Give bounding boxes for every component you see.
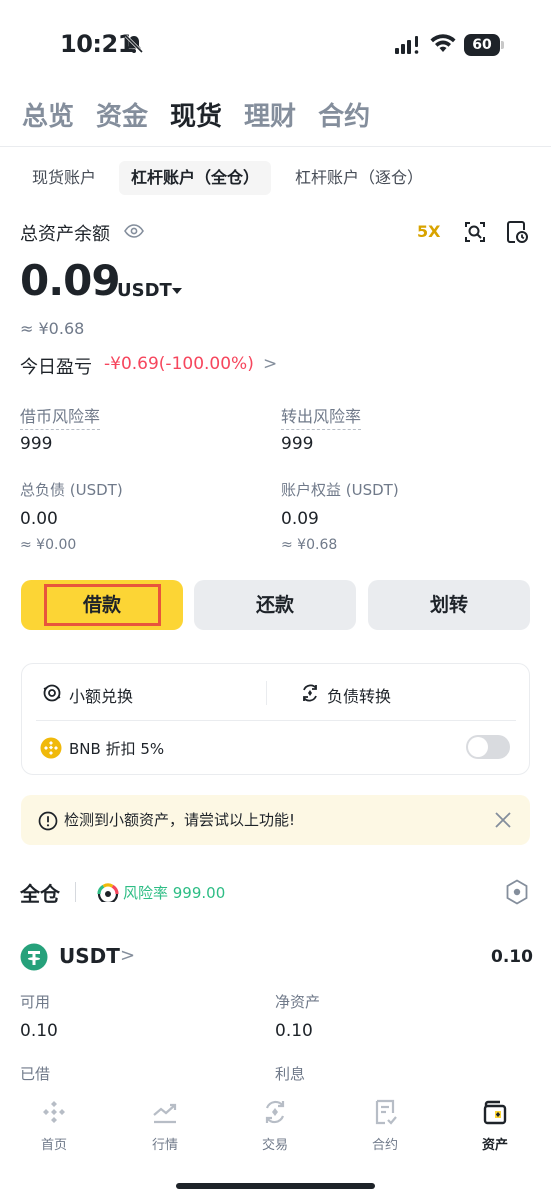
available-value: 0.10 xyxy=(20,1021,58,1041)
risk-gauge-icon xyxy=(97,883,119,902)
debt-convert-icon xyxy=(303,684,317,702)
tab-home-label: 首页 xyxy=(40,1138,67,1153)
transfer-risk-label[interactable]: 转出风险率 xyxy=(281,403,362,430)
asset-value: 0.10 xyxy=(491,947,533,967)
available-label: 可用 xyxy=(20,993,51,1011)
equity-label: 账户权益 (USDT) xyxy=(281,481,399,499)
net-asset-label: 净资产 xyxy=(275,993,321,1011)
repay-button[interactable]: 还款 xyxy=(194,580,356,630)
transfer-button[interactable]: 划转 xyxy=(368,580,530,630)
status-time: 10:21 xyxy=(60,30,134,58)
borrow-highlight-box xyxy=(44,584,161,626)
borrow-risk-value: 999 xyxy=(20,434,53,454)
usdt-coin-icon xyxy=(20,943,48,971)
small-convert-button[interactable]: 小额兑换 xyxy=(69,683,133,707)
net-asset-value: 0.10 xyxy=(275,1021,313,1041)
home-icon xyxy=(43,1101,65,1123)
balance-approx: ≈ ¥0.68 xyxy=(20,319,85,338)
subtab-cross-margin[interactable]: 杠杆账户（全仓） xyxy=(119,161,272,195)
cross-divider xyxy=(75,882,76,902)
pnl-value[interactable]: -¥0.69(-100.00%) xyxy=(104,354,254,374)
subtab-isolated-margin[interactable]: 杠杆账户（逐仓） xyxy=(283,161,435,195)
tab-assets[interactable]: 资产 xyxy=(465,1098,525,1153)
interest-label: 利息 xyxy=(275,1065,306,1083)
tools-divider-horizontal xyxy=(36,720,516,721)
leverage-badge[interactable]: 5X xyxy=(417,222,440,241)
nav-spot[interactable]: 现货 xyxy=(170,96,222,133)
info-icon xyxy=(38,811,58,831)
nav-funding[interactable]: 资金 xyxy=(96,96,148,133)
tab-futures[interactable]: 合约 xyxy=(355,1098,415,1153)
futures-icon xyxy=(375,1099,397,1125)
battery-indicator: 60 xyxy=(464,34,504,56)
borrow-risk-label[interactable]: 借币风险率 xyxy=(20,403,101,430)
tab-markets[interactable]: 行情 xyxy=(135,1098,195,1153)
debt-convert-button[interactable]: 负债转换 xyxy=(327,683,391,707)
nav-overview[interactable]: 总览 xyxy=(22,96,74,133)
tab-futures-label: 合约 xyxy=(371,1138,398,1153)
tab-home[interactable]: 首页 xyxy=(24,1098,84,1153)
toggle-knob xyxy=(468,737,488,757)
nav-futures[interactable]: 合约 xyxy=(318,96,370,133)
tools-divider-vertical xyxy=(266,681,267,705)
tab-trade-label: 交易 xyxy=(261,1138,288,1153)
total-balance-value: 0.09 xyxy=(20,256,121,305)
total-balance-label: 总资产余额 xyxy=(20,224,110,245)
wifi-icon xyxy=(430,34,456,52)
tab-assets-label: 资产 xyxy=(481,1138,508,1153)
pnl-chevron-icon[interactable]: > xyxy=(263,354,277,374)
total-debt-approx: ≈ ¥0.00 xyxy=(20,537,77,553)
small-convert-icon xyxy=(43,684,61,702)
trade-icon xyxy=(265,1100,285,1124)
bell-muted-icon xyxy=(124,34,144,54)
tab-markets-label: 行情 xyxy=(151,1138,178,1153)
transfer-risk-value: 999 xyxy=(281,434,314,454)
subtab-spot-account[interactable]: 现货账户 xyxy=(20,161,108,195)
markets-icon xyxy=(153,1103,177,1124)
total-debt-label: 总负债 (USDT) xyxy=(20,481,123,499)
eye-icon[interactable] xyxy=(124,223,144,239)
pnl-analysis-icon[interactable] xyxy=(462,219,488,245)
cross-margin-title: 全仓 xyxy=(20,882,60,906)
close-icon[interactable] xyxy=(494,811,512,829)
equity-approx: ≈ ¥0.68 xyxy=(281,537,338,553)
history-icon[interactable] xyxy=(504,219,530,245)
battery-level: 60 xyxy=(464,34,500,56)
equity-value: 0.09 xyxy=(281,509,319,529)
borrowed-label: 已借 xyxy=(20,1065,51,1083)
shield-settings-icon[interactable] xyxy=(505,879,529,905)
pnl-label[interactable]: 今日盈亏 xyxy=(20,353,92,379)
nav-earn[interactable]: 理财 xyxy=(244,96,296,133)
cross-risk-rate[interactable]: 风险率 999.00 xyxy=(123,882,225,903)
wallet-icon xyxy=(483,1100,507,1125)
bnb-discount-toggle[interactable] xyxy=(466,735,510,759)
signal-icon xyxy=(395,36,419,54)
bnb-discount-label: BNB 折扣 5% xyxy=(69,740,165,758)
bnb-coin-icon xyxy=(40,737,62,759)
total-debt-value: 0.00 xyxy=(20,509,58,529)
asset-name[interactable]: USDT xyxy=(59,944,120,968)
unit-dropdown-caret-icon[interactable] xyxy=(172,288,182,294)
asset-chevron-icon[interactable]: > xyxy=(120,945,135,966)
home-indicator[interactable] xyxy=(176,1183,375,1189)
tab-trade[interactable]: 交易 xyxy=(245,1098,305,1153)
nav-divider xyxy=(0,146,551,147)
balance-unit[interactable]: USDT xyxy=(117,280,172,301)
notice-text: 检测到小额资产，请尝试以上功能! xyxy=(64,811,296,829)
top-nav: 总览 资金 现货 理财 合约 xyxy=(22,96,370,133)
